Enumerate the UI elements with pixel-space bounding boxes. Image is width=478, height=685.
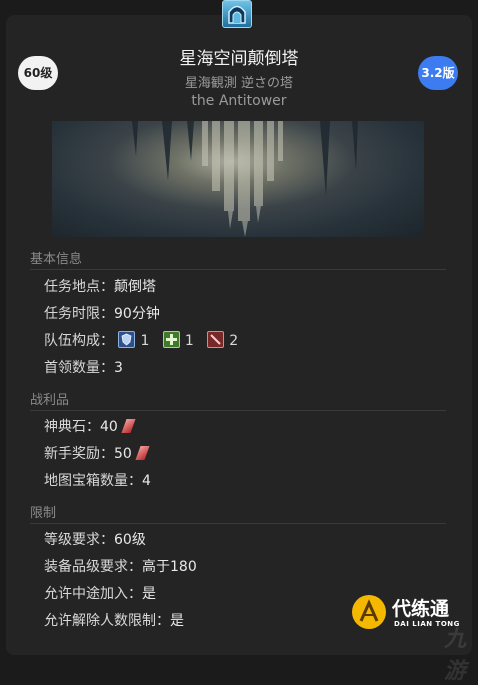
boss-count-label: 首领数量： xyxy=(44,360,114,376)
dungeon-icon xyxy=(222,0,252,28)
duty-title-english: the Antitower xyxy=(191,93,287,109)
healer-count: 1 xyxy=(184,333,194,349)
join-in-progress-label: 允许中途加入： xyxy=(44,586,142,602)
location-value: 颠倒塔 xyxy=(114,279,156,295)
location-row: 任务地点：颠倒塔 xyxy=(44,276,156,296)
party-label: 队伍构成： xyxy=(44,333,114,349)
treasure-chest-label: 地图宝箱数量： xyxy=(44,473,142,489)
section-loot: 战利品 xyxy=(30,389,446,411)
time-limit-value: 90分钟 xyxy=(114,306,160,322)
tank-icon xyxy=(118,331,136,348)
rookie-bonus-value: 50 xyxy=(114,446,132,462)
boss-count-row: 首领数量：3 xyxy=(44,357,123,377)
treasure-chest-row: 地图宝箱数量：4 xyxy=(44,470,151,490)
join-in-progress-row: 允许中途加入：是 xyxy=(44,583,156,603)
item-level-value: 高于180 xyxy=(142,559,197,575)
item-level-row: 装备品级要求：高于180 xyxy=(44,556,197,576)
level-requirement-label: 等级要求： xyxy=(44,532,114,548)
party-composition-row: 队伍构成： 1 1 2 xyxy=(44,330,247,350)
duty-title-japanese: 星海観測 逆さの塔 xyxy=(184,76,294,91)
level-requirement-row: 等级要求：60级 xyxy=(44,529,146,549)
dps-icon xyxy=(207,331,225,348)
section-restrictions: 限制 xyxy=(30,502,446,524)
boss-count-value: 3 xyxy=(114,360,123,376)
logo-text: 代练通 xyxy=(392,598,450,620)
join-in-progress-value: 是 xyxy=(142,586,156,602)
tomestone-value: 40 xyxy=(100,419,118,435)
logo-emblem-icon xyxy=(352,595,386,629)
tomestone-label: 神典石： xyxy=(44,419,100,435)
faint-watermark: 九游 xyxy=(444,627,467,684)
section-basic-info: 基本信息 xyxy=(30,248,446,270)
item-level-label: 装备品级要求： xyxy=(44,559,142,575)
healer-icon xyxy=(162,331,180,348)
treasure-chest-value: 4 xyxy=(142,473,151,489)
location-label: 任务地点： xyxy=(44,279,114,295)
time-limit-label: 任务时限： xyxy=(44,306,114,322)
unsync-label: 允许解除人数限制： xyxy=(44,613,170,629)
tomestone-row: 神典石：40 xyxy=(44,416,136,436)
watermark-logo: 代练通 DAI LIAN TONG 九游 xyxy=(352,585,478,684)
duty-title: 星海空间颠倒塔 xyxy=(179,49,299,69)
rookie-bonus-row: 新手奖励：50 xyxy=(44,443,150,463)
tank-count: 1 xyxy=(140,333,150,349)
unsync-row: 允许解除人数限制：是 xyxy=(44,610,184,630)
duty-banner-image xyxy=(52,121,424,237)
time-limit-row: 任务时限：90分钟 xyxy=(44,303,160,323)
rookie-bonus-label: 新手奖励： xyxy=(44,446,114,462)
unsync-value: 是 xyxy=(170,613,184,629)
level-requirement-value: 60级 xyxy=(114,532,146,548)
dps-count: 2 xyxy=(229,333,239,349)
